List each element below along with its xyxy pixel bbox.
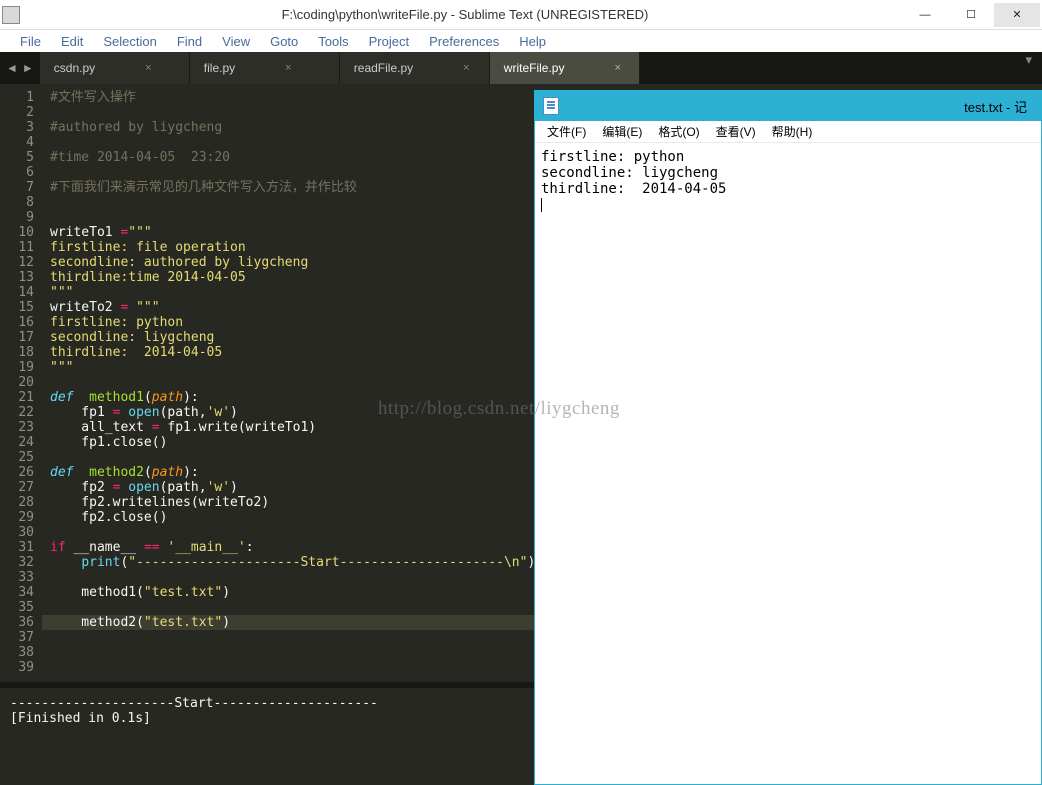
maximize-button[interactable]: ☐ — [948, 3, 994, 27]
notepad-menu-item[interactable]: 文件(F) — [539, 123, 594, 140]
menubar: FileEditSelectionFindViewGotoToolsProjec… — [0, 30, 1042, 52]
tab-close-icon[interactable]: × — [285, 62, 291, 74]
tab-label: csdn.py — [54, 61, 95, 75]
notepad-body[interactable]: firstline: python secondline: liygcheng … — [535, 143, 1041, 784]
tab-csdn-py[interactable]: csdn.py × — [40, 52, 190, 84]
line-gutter: 1234567891011121314151617181920212223242… — [0, 84, 42, 682]
tab-close-icon[interactable]: × — [614, 62, 620, 74]
window-title: F:\coding\python\writeFile.py - Sublime … — [28, 7, 902, 22]
notepad-menu-item[interactable]: 格式(O) — [650, 123, 707, 140]
close-button[interactable]: ✕ — [994, 3, 1040, 27]
titlebar: F:\coding\python\writeFile.py - Sublime … — [0, 0, 1042, 30]
tab-file-py[interactable]: file.py × — [190, 52, 340, 84]
notepad-title: test.txt - 记 — [567, 97, 1033, 116]
tab-readFile-py[interactable]: readFile.py × — [340, 52, 490, 84]
notepad-icon — [543, 97, 559, 115]
minimize-button[interactable]: — — [902, 3, 948, 27]
menu-selection[interactable]: Selection — [93, 32, 166, 51]
tab-writeFile-py[interactable]: writeFile.py × — [490, 52, 640, 84]
menu-view[interactable]: View — [212, 32, 260, 51]
menu-file[interactable]: File — [10, 32, 51, 51]
tab-next-icon[interactable]: ► — [22, 61, 34, 75]
tab-close-icon[interactable]: × — [463, 62, 469, 74]
menu-help[interactable]: Help — [509, 32, 556, 51]
text-caret — [541, 198, 542, 212]
notepad-titlebar[interactable]: test.txt - 记 — [535, 91, 1041, 121]
tabs-menu-icon[interactable]: ▾ — [1015, 52, 1042, 84]
tab-label: file.py — [204, 61, 235, 75]
tab-strip: ◄ ► csdn.py×file.py×readFile.py×writeFil… — [0, 52, 1042, 84]
notepad-menu-item[interactable]: 编辑(E) — [594, 123, 650, 140]
notepad-menu-item[interactable]: 查看(V) — [708, 123, 764, 140]
menu-goto[interactable]: Goto — [260, 32, 308, 51]
menu-find[interactable]: Find — [167, 32, 212, 51]
notepad-window[interactable]: test.txt - 记 文件(F)编辑(E)格式(O)查看(V)帮助(H) f… — [534, 90, 1042, 785]
menu-tools[interactable]: Tools — [308, 32, 358, 51]
menu-preferences[interactable]: Preferences — [419, 32, 509, 51]
tab-prev-icon[interactable]: ◄ — [6, 61, 18, 75]
menu-project[interactable]: Project — [359, 32, 419, 51]
notepad-menubar: 文件(F)编辑(E)格式(O)查看(V)帮助(H) — [535, 121, 1041, 143]
tab-close-icon[interactable]: × — [145, 62, 151, 74]
tab-label: readFile.py — [354, 61, 413, 75]
menu-edit[interactable]: Edit — [51, 32, 93, 51]
app-icon — [2, 6, 20, 24]
notepad-menu-item[interactable]: 帮助(H) — [764, 123, 821, 140]
tab-label: writeFile.py — [504, 61, 565, 75]
